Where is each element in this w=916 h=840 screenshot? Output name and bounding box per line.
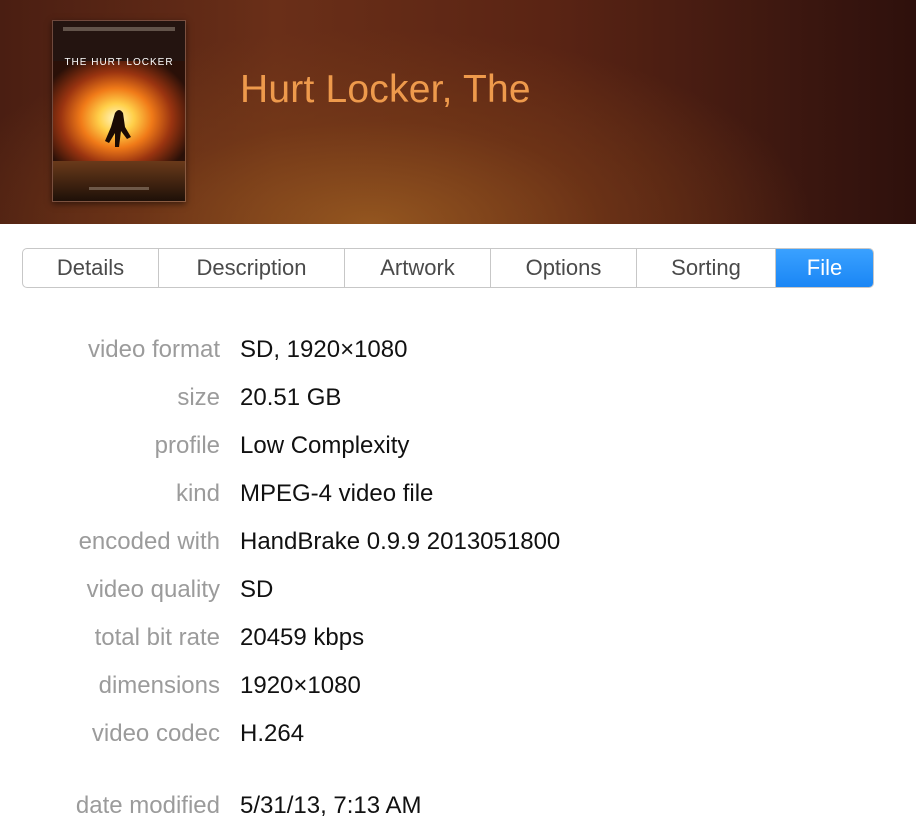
field-label: total bit rate (94, 624, 220, 651)
field-value: MPEG-4 video file (240, 480, 434, 507)
movie-title: Hurt Locker, The (240, 68, 531, 111)
file-info-row: encoded with HandBrake 0.9.9 2013051800 (0, 518, 916, 566)
file-info-row: size 20.51 GB (0, 374, 916, 422)
file-info-row: video format SD, 1920×1080 (0, 326, 916, 374)
field-value: 20459 kbps (240, 624, 365, 651)
field-label: profile (154, 432, 220, 459)
field-value: SD (240, 576, 274, 603)
file-info-list: video format SD, 1920×1080 size 20.51 GB… (0, 326, 916, 830)
movie-header: THE HURT LOCKER Hurt Locker, The (0, 0, 916, 224)
file-info-row: total bit rate 20459 kbps (0, 614, 916, 662)
field-value: HandBrake 0.9.9 2013051800 (240, 528, 561, 555)
field-label: video format (87, 336, 220, 363)
file-info-row: kind MPEG-4 video file (0, 470, 916, 518)
field-label: encoded with (78, 528, 220, 555)
field-value: Low Complexity (240, 432, 410, 459)
field-value: 1920×1080 (240, 672, 361, 699)
tab-bar: Details Description Artwork Options Sort… (22, 248, 874, 288)
file-info-row: date modified 5/31/13, 7:13 AM (0, 782, 916, 830)
tab-file[interactable]: File (776, 249, 873, 287)
poster-title: THE HURT LOCKER (64, 57, 173, 68)
field-value: H.264 (240, 720, 305, 747)
tab-details[interactable]: Details (23, 249, 159, 287)
tab-artwork[interactable]: Artwork (345, 249, 491, 287)
field-value: 20.51 GB (240, 384, 342, 411)
field-label: dimensions (98, 672, 220, 699)
movie-poster[interactable]: THE HURT LOCKER (52, 20, 186, 202)
field-value: 5/31/13, 7:13 AM (240, 792, 422, 819)
tab-description[interactable]: Description (159, 249, 345, 287)
field-label: video codec (91, 720, 220, 747)
field-label: size (177, 384, 220, 411)
file-info-row: video codec H.264 (0, 710, 916, 758)
tab-sorting[interactable]: Sorting (637, 249, 776, 287)
tab-options[interactable]: Options (491, 249, 637, 287)
file-info-row: video quality SD (0, 566, 916, 614)
file-info-row: dimensions 1920×1080 (0, 662, 916, 710)
field-value: SD, 1920×1080 (240, 336, 408, 363)
file-info-row: profile Low Complexity (0, 422, 916, 470)
field-label: video quality (86, 576, 220, 603)
field-label: date modified (75, 792, 220, 819)
field-label: kind (175, 480, 220, 507)
